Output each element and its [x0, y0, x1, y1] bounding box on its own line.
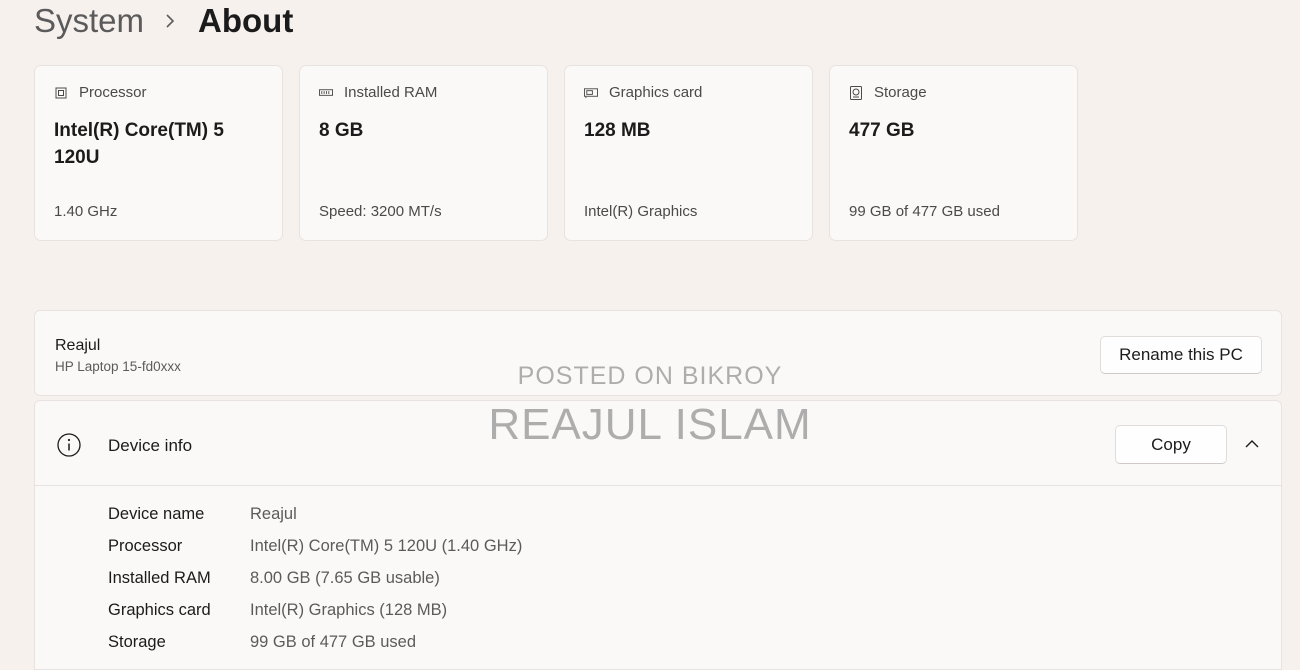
copy-button[interactable]: Copy [1115, 425, 1227, 464]
device-info-panel: Device info Copy Device name Reajul Proc… [34, 400, 1282, 670]
ram-card-label: Installed RAM [344, 84, 438, 101]
storage-card-detail: 99 GB of 477 GB used [849, 203, 1000, 220]
chevron-right-icon [164, 13, 176, 29]
graphics-card-icon [584, 86, 598, 100]
device-info-title: Device info [108, 436, 193, 455]
storage-card-label: Storage [874, 84, 927, 101]
pc-model: HP Laptop 15-fd0xxx [55, 359, 181, 374]
ram-card-detail: Speed: 3200 MT/s [319, 203, 442, 220]
pc-name-panel: Reajul HP Laptop 15-fd0xxx Rename this P… [34, 310, 1282, 396]
storage-icon [849, 85, 863, 100]
processor-card-detail: 1.40 GHz [54, 203, 118, 220]
device-specs-list: Device name Reajul Processor Intel(R) Co… [108, 498, 522, 658]
ram-card-value: 8 GB [319, 120, 364, 141]
spec-value: 8.00 GB (7.65 GB usable) [250, 568, 440, 587]
graphics-card-value: 128 MB [584, 120, 651, 141]
spec-value: Intel(R) Core(TM) 5 120U (1.40 GHz) [250, 536, 523, 555]
device-info-header[interactable]: Device info Copy [35, 401, 1281, 486]
spec-row: Installed RAM 8.00 GB (7.65 GB usable) [108, 562, 522, 594]
ram-icon [319, 86, 333, 100]
storage-card-value: 477 GB [849, 120, 915, 141]
processor-card-value: Intel(R) Core(TM) 5 120U [54, 120, 224, 168]
graphics-card-card: Graphics card 128 MB Intel(R) Graphics [564, 65, 813, 241]
spec-label: Processor [108, 536, 183, 555]
spec-value: Intel(R) Graphics (128 MB) [250, 600, 448, 619]
pc-name: Reajul [55, 337, 101, 354]
spec-label: Device name [108, 504, 205, 523]
spec-row: Graphics card Intel(R) Graphics (128 MB) [108, 594, 522, 626]
graphics-card-label: Graphics card [609, 84, 703, 101]
spec-row: Device name Reajul [108, 498, 522, 530]
graphics-card-detail: Intel(R) Graphics [584, 203, 698, 220]
breadcrumb: System About [34, 0, 293, 42]
page-title: About [198, 2, 294, 39]
spec-label: Installed RAM [108, 568, 211, 587]
spec-label: Graphics card [108, 600, 211, 619]
storage-card: Storage 477 GB 99 GB of 477 GB used [829, 65, 1078, 241]
processor-card-label: Processor [79, 84, 147, 101]
spec-value: Reajul [250, 504, 297, 523]
rename-pc-button[interactable]: Rename this PC [1100, 336, 1262, 374]
spec-label: Storage [108, 632, 166, 651]
spec-value: 99 GB of 477 GB used [250, 632, 417, 651]
info-icon [57, 433, 81, 457]
processor-card: Processor Intel(R) Core(TM) 5 120U 1.40 … [34, 65, 283, 241]
spec-row: Storage 99 GB of 477 GB used [108, 626, 522, 658]
chevron-up-icon[interactable] [1243, 435, 1261, 453]
ram-card: Installed RAM 8 GB Speed: 3200 MT/s [299, 65, 548, 241]
spec-row: Processor Intel(R) Core(TM) 5 120U (1.40… [108, 530, 522, 562]
breadcrumb-system-link[interactable]: System [34, 0, 144, 42]
processor-icon [54, 86, 68, 100]
